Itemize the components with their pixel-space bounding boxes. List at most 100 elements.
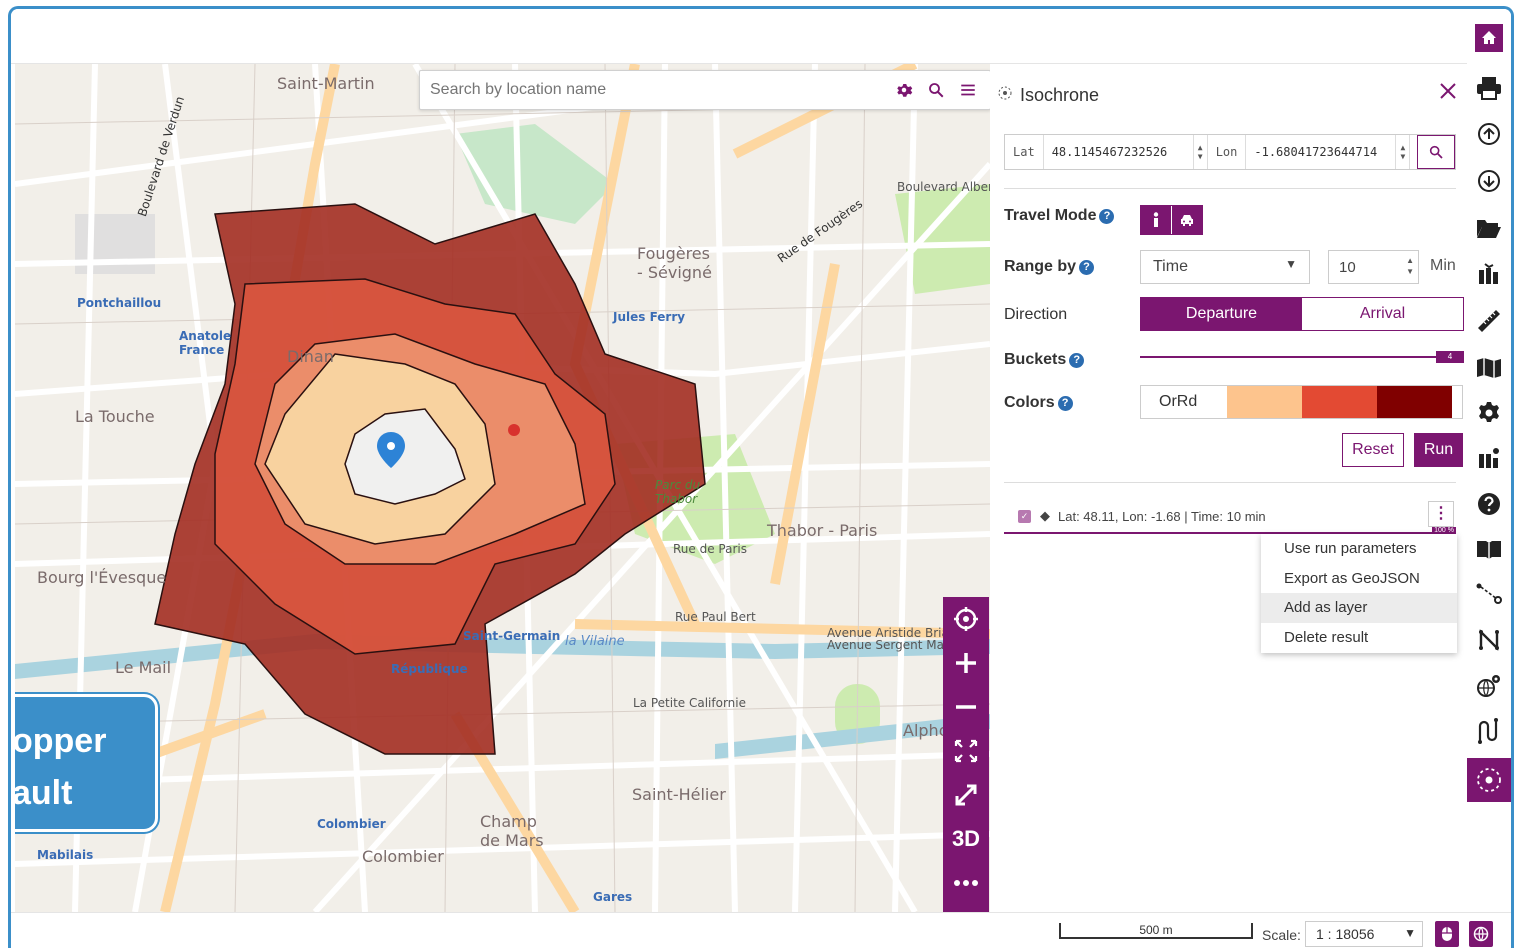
path-button[interactable] (1470, 712, 1508, 750)
coordinate-search-button[interactable] (1417, 135, 1455, 169)
app-frame: Saint-Martin Fougères - Sévigné La Touch… (8, 6, 1514, 948)
map-book-button[interactable] (1470, 349, 1508, 387)
map-view[interactable]: Saint-Martin Fougères - Sévigné La Touch… (15, 64, 990, 912)
home-button[interactable] (1475, 24, 1503, 52)
menu-item-delete-result[interactable]: Delete result (1261, 623, 1457, 653)
scale-select[interactable]: 1 : 18056 ▼ (1305, 921, 1423, 947)
range-by-text: Range by (1004, 258, 1077, 275)
search-input[interactable] (420, 71, 880, 109)
map-label-mabilais: Mabilais (37, 848, 94, 862)
open-folder-button[interactable] (1470, 209, 1508, 247)
tooltip-line-1: opper (15, 722, 107, 760)
poi-button[interactable] (1470, 439, 1508, 477)
menu-item-add-as-layer[interactable]: Add as layer (1261, 593, 1457, 623)
divider (1004, 188, 1456, 189)
travel-mode-text: Travel Mode (1004, 207, 1097, 224)
map-label-bourg-eveque: Bourg l'Évesque (37, 568, 167, 587)
isochrone-icon (1477, 768, 1501, 792)
range-value-input[interactable]: 10 ▲ ▼ (1328, 250, 1419, 284)
result-progress: 100 % (1432, 527, 1456, 534)
chevron-down-icon: ▼ (1285, 257, 1297, 271)
divider (1004, 482, 1456, 483)
map-label-champ-de-mars: Champ de Mars (480, 812, 544, 850)
search-icon[interactable] (925, 79, 947, 101)
gear-icon[interactable] (893, 79, 915, 101)
walk-mode-button[interactable] (1141, 206, 1172, 234)
direction-label: Direction (1004, 306, 1068, 323)
layers-tool-button[interactable] (1470, 255, 1508, 293)
result-context-menu: Use run parameters Export as GeoJSON Add… (1261, 534, 1457, 653)
isochrone-tool-button[interactable] (1467, 758, 1511, 802)
menu-icon[interactable] (957, 79, 979, 101)
locate-icon (954, 607, 978, 631)
coordinate-inputs: Lat 48.1145467232526 ▲ ▼ Lon -1.680417236… (1004, 134, 1456, 170)
map-label-pontchaillou: Pontchaillou (77, 296, 162, 310)
fit-bounds-button[interactable] (943, 729, 989, 773)
scale-label: Scale: (1262, 927, 1301, 943)
run-button[interactable]: Run (1414, 433, 1463, 467)
more-button[interactable] (943, 861, 989, 905)
print-button[interactable] (1470, 69, 1508, 107)
measure-button[interactable] (1470, 302, 1508, 340)
mouse-mode-button[interactable] (1435, 921, 1459, 947)
help-icon[interactable]: ? (1069, 353, 1085, 368)
path-icon (1478, 718, 1498, 744)
close-icon[interactable] (1438, 80, 1458, 108)
range-spinner[interactable]: ▲ ▼ (1406, 255, 1414, 277)
map-label-republique: République (391, 662, 468, 676)
departure-button[interactable]: Departure (1141, 298, 1302, 330)
travel-mode-label: Travel Mode? (1004, 207, 1115, 225)
travel-mode-toggle (1140, 205, 1203, 235)
range-by-select[interactable]: Time ▼ (1140, 250, 1310, 284)
help-icon[interactable]: ? (1099, 209, 1115, 224)
color-swatch (1227, 386, 1302, 418)
colors-label: Colors? (1004, 394, 1073, 412)
docs-button[interactable] (1470, 531, 1508, 569)
globe-button[interactable] (1469, 921, 1493, 947)
settings-button[interactable] (1470, 394, 1508, 432)
locate-button[interactable] (943, 597, 989, 641)
result-checkbox[interactable]: ✓ (1018, 509, 1031, 523)
result-menu-button[interactable]: ⋮ (1428, 501, 1454, 527)
map-label-saint-germain: Saint-Germain (463, 629, 561, 643)
chevron-down-icon: ▼ (1404, 926, 1416, 940)
help-icon[interactable]: ? (1079, 260, 1095, 275)
lat-input[interactable]: 48.1145467232526 (1044, 135, 1194, 169)
zoom-out-button[interactable] (943, 685, 989, 729)
reset-button[interactable]: Reset (1342, 433, 1404, 467)
arrival-button[interactable]: Arrival (1302, 298, 1463, 330)
network-button[interactable] (1470, 621, 1508, 659)
map-label-rue-de-paris: Rue de Paris (673, 542, 747, 556)
help-icon[interactable]: ? (1057, 396, 1073, 411)
upload-button[interactable] (1470, 115, 1508, 153)
colors-text: Colors (1004, 394, 1055, 411)
search-icon (1429, 145, 1443, 159)
route-button[interactable] (1470, 575, 1508, 613)
fullscreen-button[interactable] (943, 773, 989, 817)
map-label-parc-thabor: Parc du Thabor (655, 478, 701, 506)
lon-input[interactable]: -1.68041723644714 (1246, 135, 1397, 169)
buckets-slider[interactable]: 4 (1140, 351, 1464, 363)
lon-spinner[interactable]: ▲ ▼ (1396, 135, 1411, 169)
menu-item-use-run-parameters[interactable]: Use run parameters (1261, 534, 1457, 564)
isochrone-icon (998, 86, 1012, 103)
lat-spinner[interactable]: ▲ ▼ (1194, 135, 1208, 169)
zoom-in-button[interactable] (943, 641, 989, 685)
download-icon (1478, 170, 1500, 192)
map-pin-layers-icon (1479, 448, 1499, 468)
car-mode-button[interactable] (1171, 206, 1202, 234)
color-scheme-select[interactable]: OrRd (1140, 385, 1463, 419)
help-button[interactable] (1470, 485, 1508, 523)
map-label-saint-helier: Saint-Hélier (632, 785, 726, 804)
3d-button[interactable]: 3D (943, 817, 989, 861)
fullscreen-icon (955, 784, 977, 806)
buckets-slider-handle[interactable]: 4 (1436, 351, 1464, 363)
range-unit: Min (1430, 257, 1456, 274)
menu-item-export-geojson[interactable]: Export as GeoJSON (1261, 564, 1457, 594)
color-swatch (1377, 386, 1452, 418)
download-button[interactable] (1470, 162, 1508, 200)
folder-open-icon (1477, 220, 1501, 238)
map-label-vilaine: la Vilaine (565, 634, 625, 649)
globe-settings-button[interactable] (1470, 667, 1508, 705)
lat-label: Lat (1005, 135, 1044, 169)
